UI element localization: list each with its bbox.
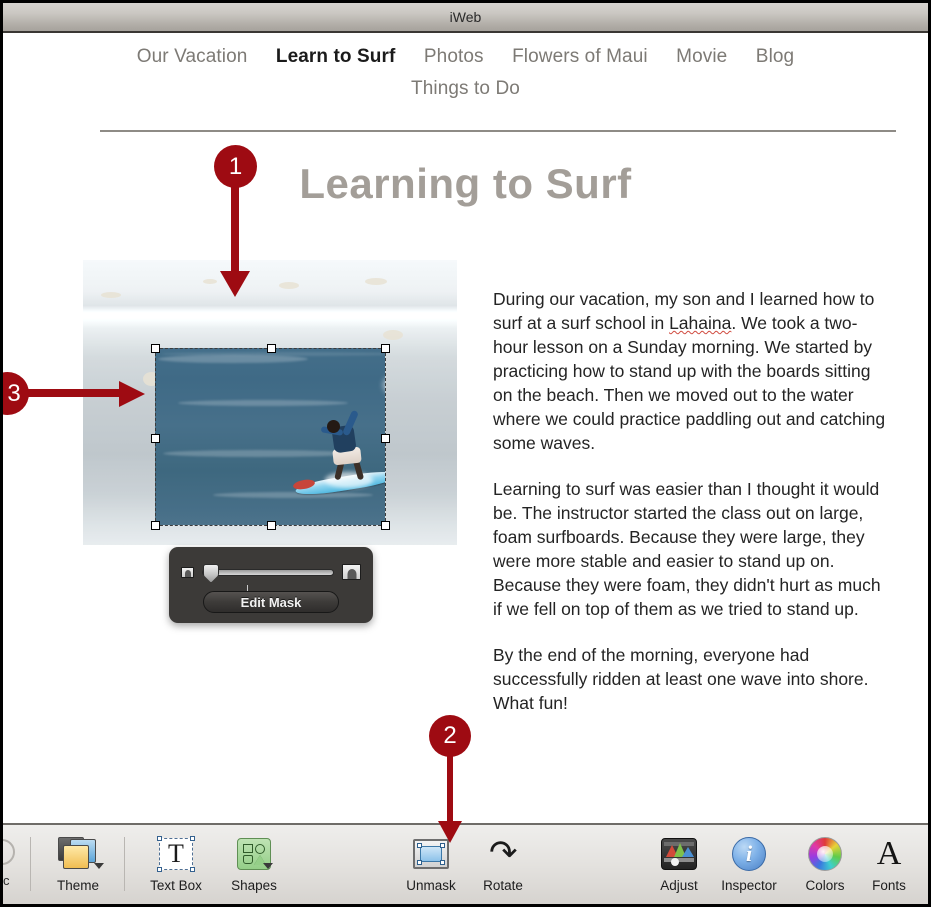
nav-item-things-to-do[interactable]: Things to Do: [411, 79, 520, 98]
theme-icon: [58, 835, 104, 873]
article-body[interactable]: During our vacation, my son and I learne…: [493, 287, 888, 737]
window-title-bar: iWeb: [3, 3, 928, 33]
photo-masked-image: [155, 348, 385, 525]
site-navigation: Our Vacation Learn to Surf Photos Flower…: [3, 47, 928, 98]
misspelled-word-lahaina[interactable]: Lahaina: [669, 313, 731, 333]
window-title: iWeb: [449, 9, 482, 25]
adjust-icon: [661, 835, 697, 873]
surfer-figure: [292, 409, 385, 502]
nav-item-learn-to-surf[interactable]: Learn to Surf: [276, 47, 396, 66]
mask-zoom-slider[interactable]: [202, 563, 334, 583]
chevron-down-icon[interactable]: [94, 863, 104, 869]
colors-icon: [808, 835, 842, 873]
toolbar-label-shapes: Shapes: [231, 878, 277, 893]
page-canvas[interactable]: Our Vacation Learn to Surf Photos Flower…: [3, 35, 928, 825]
nav-item-our-vacation[interactable]: Our Vacation: [137, 47, 248, 66]
inspector-icon: i: [732, 835, 766, 873]
chevron-down-icon[interactable]: [263, 863, 273, 869]
paragraph-1-text-after: . We took a two-hour lesson on a Sunday …: [493, 313, 886, 453]
toolbar-button-theme[interactable]: Theme: [35, 835, 121, 893]
toolbar-button-shapes[interactable]: Shapes: [211, 835, 297, 893]
toolbar-button-inspector[interactable]: i Inspector: [706, 835, 792, 893]
nav-item-movie[interactable]: Movie: [676, 47, 727, 66]
text-box-glyph: T: [168, 839, 184, 868]
toolbar-label-text-box: Text Box: [150, 878, 202, 893]
toolbar-label-theme: Theme: [56, 878, 100, 893]
callout-arrow-head-1: [220, 271, 250, 297]
edit-mask-button[interactable]: Edit Mask: [203, 591, 339, 613]
rotate-glyph: ↶: [488, 835, 518, 872]
photo-masked-region: [155, 348, 385, 525]
toolbar-button-rotate[interactable]: ↶ Rotate: [460, 835, 546, 893]
mask-zoom-slider-thumb[interactable]: [203, 563, 219, 583]
wave-whitewater: [383, 368, 385, 402]
nav-item-flowers-of-maui[interactable]: Flowers of Maui: [512, 47, 648, 66]
toolbar-label-rotate: Rotate: [483, 878, 523, 893]
page-title: Learning to Surf: [299, 160, 632, 207]
fonts-icon: A: [877, 835, 902, 873]
callout-arrow-line-2: [447, 751, 453, 829]
toolbar-button-fonts[interactable]: A Fonts: [846, 835, 928, 894]
surfer-head: [327, 420, 340, 433]
toolbar-label-inspector: Inspector: [721, 878, 777, 893]
callout-arrow-head-3: [119, 381, 145, 407]
callout-arrow-line-1: [231, 181, 239, 279]
partial-cutoff-icon: [3, 839, 15, 865]
nav-row-primary: Our Vacation Learn to Surf Photos Flower…: [3, 47, 928, 66]
callout-badge-1: 1: [214, 145, 257, 188]
toolbar-label-adjust: Adjust: [660, 878, 698, 893]
partial-cutoff-label: c: [3, 873, 10, 888]
iweb-window: iWeb Our Vacation Learn to Surf Photos F…: [0, 0, 931, 907]
nav-item-blog[interactable]: Blog: [756, 47, 794, 66]
paragraph-2: Learning to surf was easier than I thoug…: [493, 479, 881, 619]
nav-divider-rule: [100, 130, 896, 132]
rotate-icon: ↶: [489, 835, 518, 873]
shapes-icon: [237, 835, 273, 873]
toolbar-separator-2: [124, 837, 125, 891]
callout-arrow-line-3: [23, 389, 125, 397]
toolbar-separator-1: [30, 837, 31, 891]
callout-badge-2: 2: [429, 715, 471, 757]
large-photo-icon[interactable]: [342, 564, 361, 580]
toolbar-label-fonts: Fonts: [872, 878, 906, 893]
toolbar-label-unmask: Unmask: [406, 878, 456, 893]
inspector-glyph: i: [732, 837, 766, 871]
paragraph-3: By the end of the morning, everyone had …: [493, 645, 869, 713]
mask-control-panel[interactable]: Edit Mask: [169, 547, 373, 623]
callout-arrow-head-2: [438, 821, 462, 843]
bottom-toolbar: c Theme T Text Box Shapes Unmask ↶ Rotat…: [3, 823, 928, 904]
toolbar-button-text-box[interactable]: T Text Box: [133, 835, 219, 893]
nav-row-secondary: Things to Do: [3, 79, 928, 98]
small-photo-icon[interactable]: [181, 566, 194, 578]
fonts-glyph: A: [876, 835, 902, 872]
toolbar-label-colors: Colors: [805, 878, 845, 893]
mask-zoom-slider-row[interactable]: [181, 561, 361, 583]
paragraph-1: During our vacation, my son and I learne…: [493, 287, 888, 455]
text-box-icon: T: [157, 835, 195, 873]
nav-item-photos[interactable]: Photos: [424, 47, 484, 66]
